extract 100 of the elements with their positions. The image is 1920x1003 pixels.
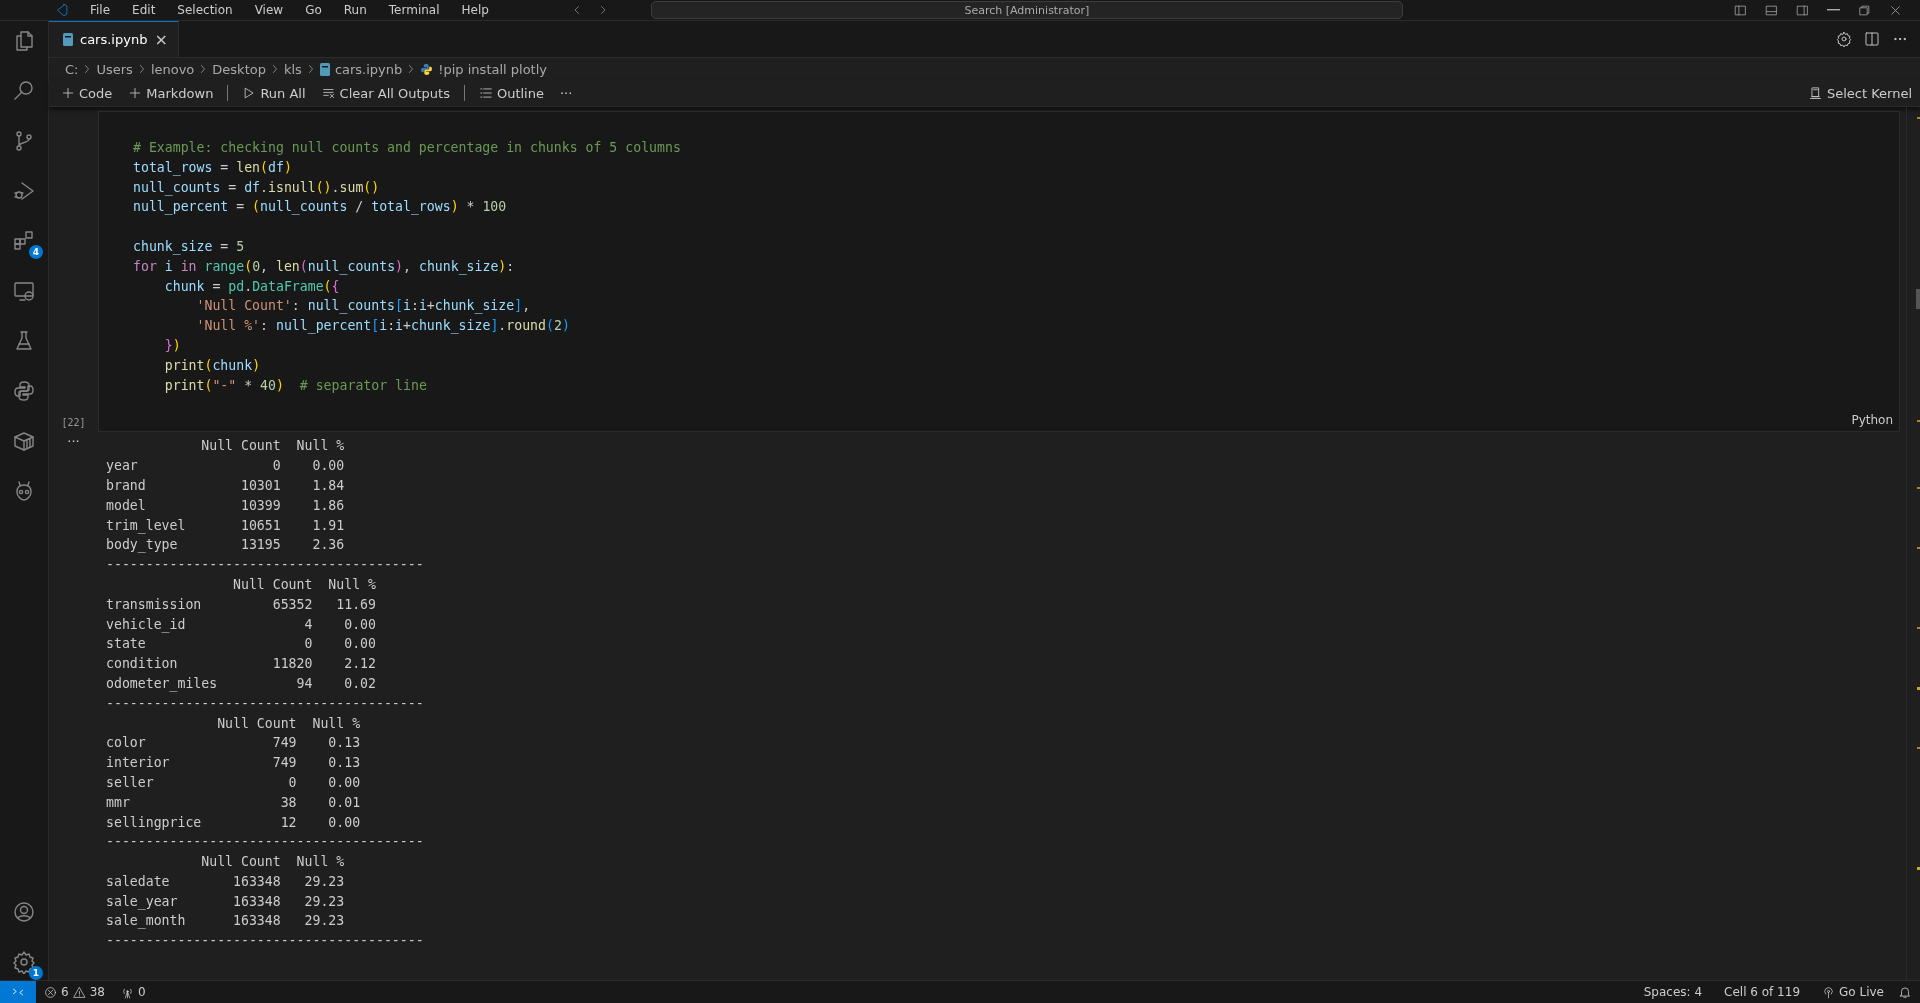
- remote-icon: [11, 985, 25, 999]
- python-icon: [12, 379, 36, 403]
- table-cell-text: 10651: [240, 516, 281, 535]
- remote-button[interactable]: [0, 981, 36, 1003]
- list-icon: [478, 86, 493, 100]
- toolbar-button[interactable]: Code: [59, 85, 115, 101]
- row-label: sellingprice: [106, 813, 202, 832]
- column-header: Null %: [296, 437, 345, 456]
- row-label: year: [106, 457, 139, 476]
- output-menu-button[interactable]: ···: [67, 432, 80, 980]
- python-icon: [420, 62, 434, 76]
- column-header: Null %: [328, 575, 376, 594]
- search-field[interactable]: Search [Administrator]: [650, 1, 1403, 19]
- menu-item[interactable]: File: [90, 3, 111, 17]
- code-line: }): [163, 336, 182, 355]
- column-header: Null Count: [201, 853, 281, 872]
- select-kernel-button[interactable]: Select Kernel: [1805, 85, 1914, 101]
- menu-item[interactable]: Go: [305, 3, 322, 17]
- more-button[interactable]: ···: [557, 85, 575, 101]
- table-cell-text: 29.23: [303, 872, 345, 891]
- table-cell-text: 0.00: [327, 813, 361, 832]
- language-label[interactable]: Python: [1845, 407, 1899, 432]
- go-live-button[interactable]: Go Live: [1814, 985, 1892, 999]
- plus-icon: [61, 86, 75, 100]
- toolbar-button[interactable]: Run All: [240, 85, 308, 101]
- code-line: 'Null Count': null_counts[i:i+chunk_size],: [195, 297, 532, 316]
- table-cell-text: 749: [271, 754, 297, 773]
- row-label: mmr: [106, 793, 131, 812]
- warning-icon: [72, 985, 86, 999]
- table-cell-text: 0: [287, 773, 297, 792]
- code-line: 'Null %': null_percent[i:i+chunk_size].round(2): [195, 317, 571, 336]
- table-cell-text: 1.86: [311, 496, 345, 515]
- count-badge: 1: [29, 966, 43, 980]
- code-line: chunk_size = 5: [133, 238, 246, 257]
- problems-button[interactable]: 6 38: [36, 985, 113, 999]
- column-header: Null %: [296, 853, 345, 872]
- table-cell-text: 0.00: [311, 457, 345, 476]
- notebook-icon: [63, 33, 73, 46]
- plus-icon: [128, 86, 143, 100]
- row-label: brand: [106, 476, 147, 495]
- table-cell-text: 2.12: [343, 655, 376, 674]
- status-item[interactable]: Spaces: 4: [1635, 985, 1711, 999]
- table-cell-text: 0.13: [327, 734, 361, 753]
- table-cell-text: 11.69: [335, 595, 376, 614]
- breadcrumb-item[interactable]: Users: [96, 61, 133, 77]
- status-item[interactable]: Cell 6 of 119: [1716, 985, 1809, 999]
- column-header: Null Count: [201, 437, 281, 456]
- table-cell-text: 163348: [232, 872, 281, 891]
- kernel-icon: [1807, 85, 1823, 101]
- toolbar-button[interactable]: Clear All Outputs: [319, 85, 452, 101]
- restore-icon: [1858, 3, 1871, 17]
- row-label: seller: [106, 773, 155, 792]
- row-label: sale_year: [106, 892, 179, 912]
- breadcrumb-item[interactable]: Desktop: [212, 61, 266, 77]
- ports-button[interactable]: 0: [112, 985, 154, 999]
- table-cell-text: 0.13: [327, 754, 361, 773]
- breadcrumb-item[interactable]: lenovo: [150, 61, 195, 77]
- row-label: body_type: [106, 536, 179, 555]
- settings-icon: [1836, 31, 1852, 47]
- notebook-icon: [319, 62, 330, 76]
- menu-item[interactable]: Terminal: [388, 3, 440, 17]
- editor-tab[interactable]: cars.ipynb ×: [49, 21, 179, 57]
- execution-count: [22]: [61, 417, 86, 431]
- count-badge: 4: [29, 245, 43, 259]
- row-label: trim_level: [106, 516, 186, 536]
- box-icon: [12, 429, 36, 453]
- table-cell-text: 0.02: [343, 674, 376, 693]
- account-icon: [12, 900, 36, 924]
- menu-item[interactable]: Run: [343, 3, 367, 17]
- toolbar-button[interactable]: Markdown: [126, 85, 216, 101]
- breadcrumb-item[interactable]: !pip install plotly: [438, 61, 548, 77]
- row-label: odometer_miles: [106, 674, 218, 694]
- layout-icon: [1734, 3, 1747, 17]
- table-cell-text: 749: [271, 734, 297, 753]
- row-label: saledate: [106, 872, 171, 891]
- separator-line: ----------------------------------------: [106, 694, 425, 713]
- breadcrumb-item[interactable]: C:: [65, 61, 79, 77]
- table-cell-text: 38: [279, 793, 297, 812]
- close-button[interactable]: ×: [154, 30, 168, 49]
- column-header: Null Count: [233, 575, 313, 594]
- app-logo-icon: [54, 3, 68, 17]
- toolbar-button[interactable]: Outline: [476, 85, 546, 101]
- breadcrumb-item[interactable]: kls: [283, 61, 302, 77]
- table-cell-text: 65352: [271, 595, 313, 614]
- menu-item[interactable]: Edit: [132, 3, 156, 17]
- menu-item[interactable]: Help: [461, 3, 489, 17]
- code-line: print(chunk): [163, 356, 262, 375]
- table-cell-text: 12: [279, 813, 297, 832]
- table-cell-text: 0: [303, 635, 313, 654]
- breadcrumb-item[interactable]: cars.ipynb: [334, 61, 403, 77]
- table-cell-text: 1.91: [311, 516, 345, 535]
- menu-item[interactable]: View: [254, 3, 284, 17]
- row-label: state: [106, 635, 147, 654]
- table-cell-text: 163348: [232, 912, 281, 931]
- menu-item[interactable]: Selection: [177, 3, 233, 17]
- code-line: total_rows = len(df): [133, 158, 293, 178]
- table-cell-text: 0.00: [327, 773, 361, 792]
- table-cell-text: 10301: [240, 476, 281, 495]
- bell-icon: [1898, 985, 1912, 999]
- row-label: vehicle_id: [106, 615, 187, 635]
